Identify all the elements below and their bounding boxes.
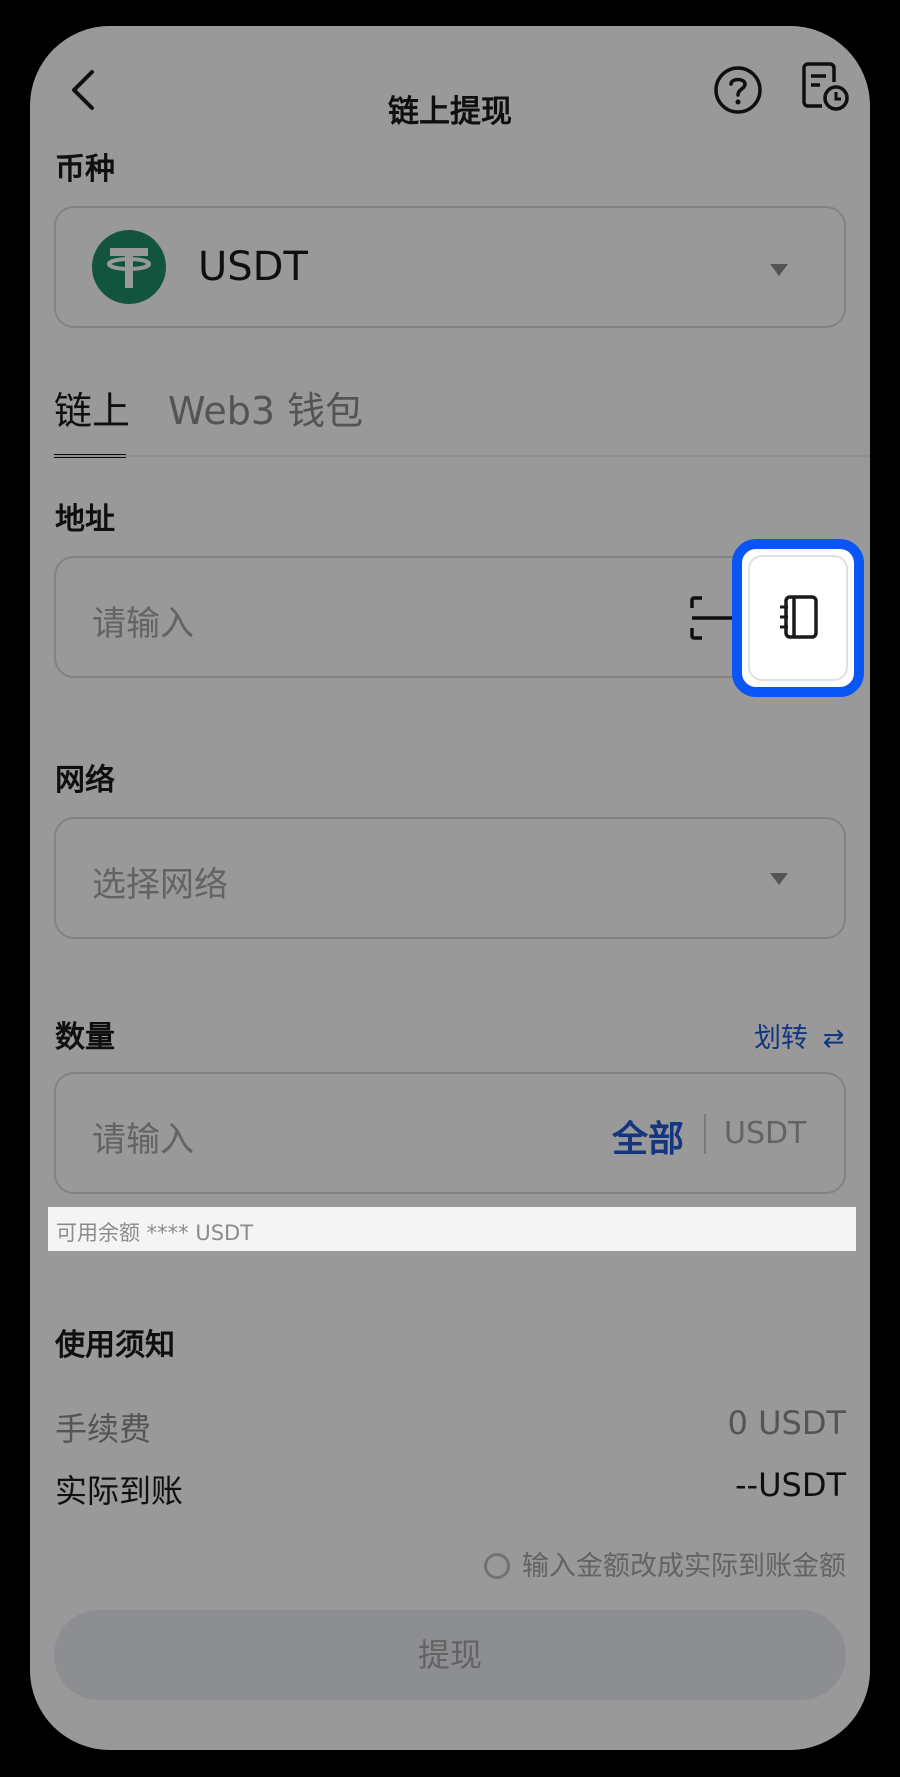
transfer-link[interactable]: 划转 ⇄	[754, 1016, 844, 1055]
fee-value: 0 USDT	[727, 1404, 846, 1442]
notice-title: 使用须知	[55, 1328, 175, 1363]
scan-button[interactable]	[688, 594, 736, 642]
scan-icon	[690, 596, 732, 640]
received-value: --USDT	[734, 1466, 846, 1504]
address-label: 地址	[55, 502, 115, 537]
available-balance: 可用余额 **** USDT	[48, 1207, 856, 1251]
withdraw-label: 提现	[417, 1636, 482, 1674]
tab-web3-wallet[interactable]: Web3 钱包	[168, 380, 363, 435]
coin-select[interactable]: USDT	[54, 206, 846, 328]
transfer-label: 划转	[754, 1023, 808, 1054]
amount-placeholder: 请输入	[92, 1120, 194, 1160]
convert-hint[interactable]: 输入金额改成实际到账金额	[484, 1544, 846, 1583]
records-icon	[802, 62, 849, 111]
received-label: 实际到账	[55, 1472, 184, 1510]
network-select[interactable]: 选择网络	[54, 817, 846, 939]
address-placeholder: 请输入	[92, 604, 194, 644]
fee-label: 手续费	[55, 1410, 152, 1448]
amount-label: 数量	[55, 1020, 115, 1055]
help-icon	[714, 66, 762, 114]
tab-divider	[54, 455, 870, 457]
convert-hint-text: 输入金额改成实际到账金额	[522, 1551, 846, 1582]
address-field[interactable]: 请输入	[54, 556, 846, 678]
address-book-icon	[780, 595, 818, 639]
amount-field[interactable]: 请输入 全部 USDT	[54, 1072, 846, 1194]
convert-icon	[484, 1553, 510, 1579]
amount-unit: USDT	[724, 1116, 807, 1151]
chevron-down-icon	[770, 264, 788, 276]
records-button[interactable]	[800, 62, 850, 112]
address-book-button[interactable]	[732, 539, 864, 697]
coin-label: 币种	[55, 152, 115, 187]
phone-screen: 链上提现 币种 USDT 链上 Web3 钱包 地址 请输入 网络 选择网络 数…	[30, 26, 870, 1750]
tab-onchain[interactable]: 链上	[54, 380, 130, 460]
network-label: 网络	[55, 763, 115, 798]
tab-onchain-label: 链上	[54, 389, 131, 433]
unit-divider	[704, 1114, 706, 1154]
swap-icon: ⇄	[822, 1024, 845, 1054]
tab-web3-label: Web3 钱包	[168, 389, 364, 433]
chevron-down-icon	[770, 873, 788, 885]
help-button[interactable]	[712, 64, 764, 116]
withdraw-button[interactable]: 提现	[54, 1610, 846, 1700]
tether-icon	[92, 230, 166, 304]
coin-value: USDT	[198, 244, 308, 290]
all-button[interactable]: 全部	[612, 1110, 684, 1162]
network-placeholder: 选择网络	[92, 865, 228, 905]
